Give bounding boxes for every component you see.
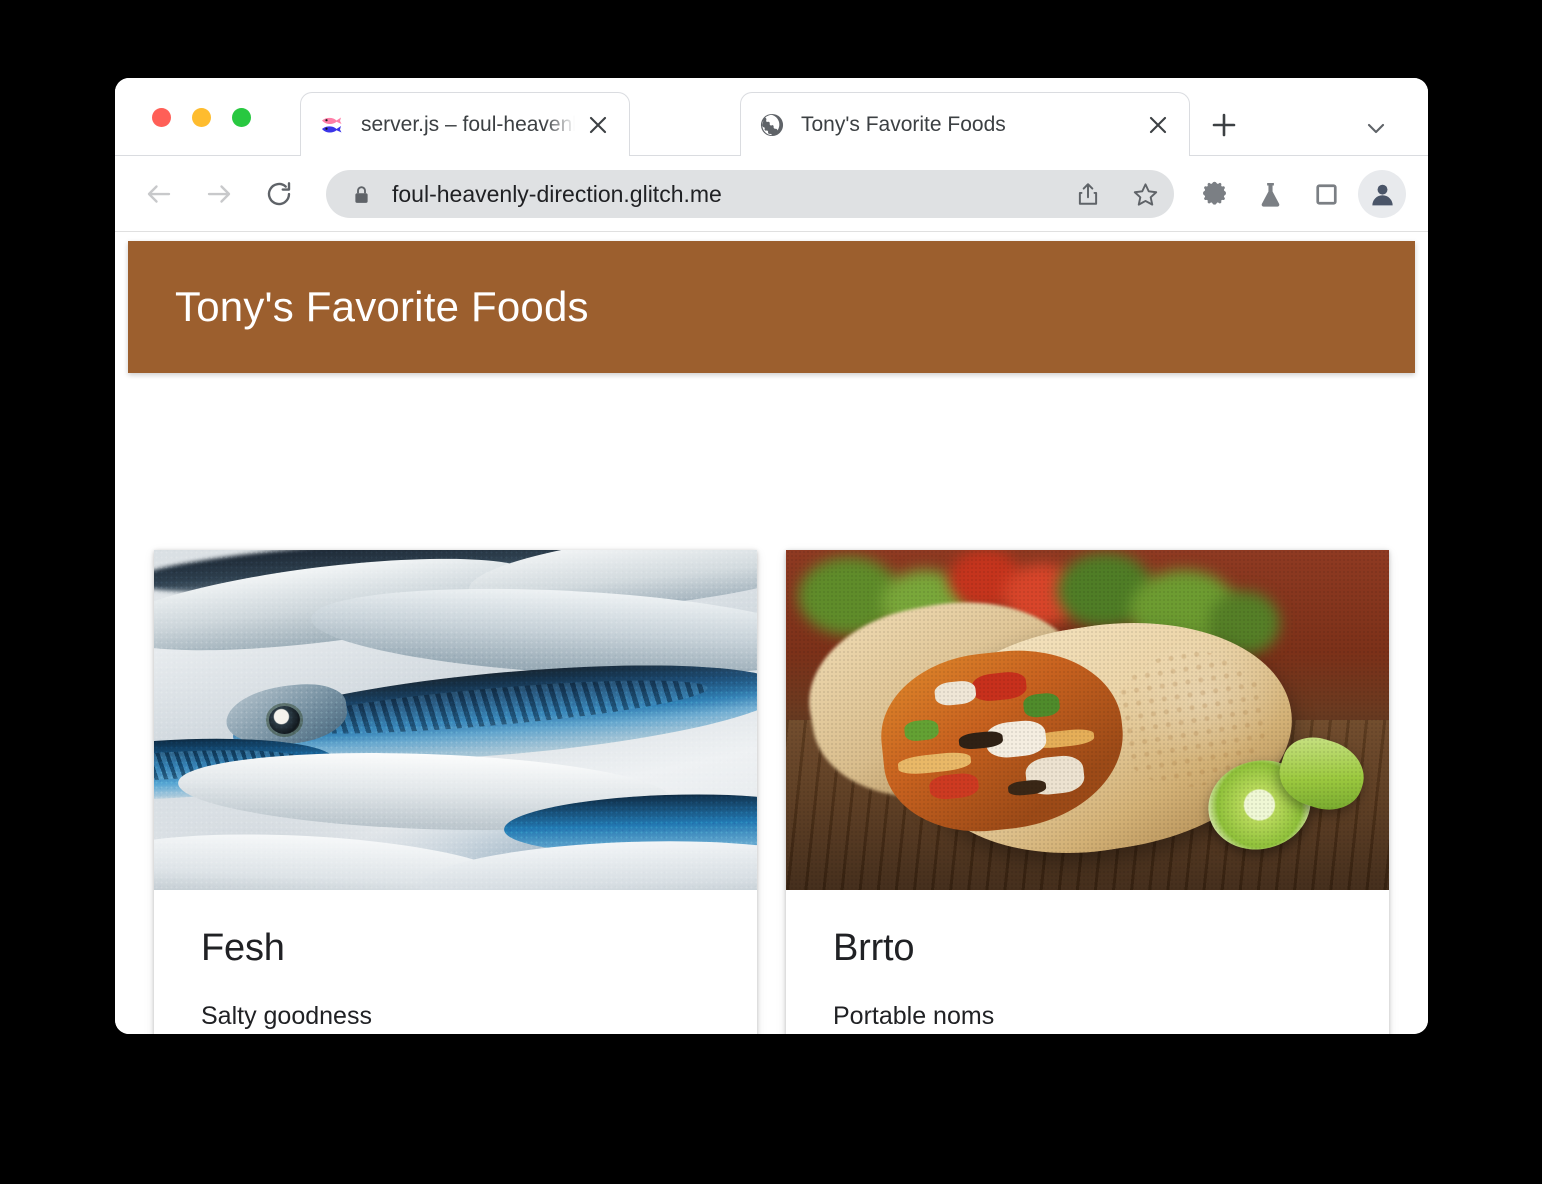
food-card-fesh[interactable]: Fesh Salty goodness PROS & CONS: [154, 550, 757, 1034]
flask-icon[interactable]: [1246, 170, 1294, 218]
food-card-grid: Fesh Salty goodness PROS & CONS: [154, 550, 1389, 1034]
browser-toolbar: foul-heavenly-direction.glitch.me: [115, 156, 1428, 232]
reload-button[interactable]: [257, 172, 301, 216]
burrito-photo-canvas: [786, 550, 1389, 890]
close-tab-button[interactable]: [1143, 110, 1173, 140]
card-title: Brrto: [833, 927, 915, 969]
puzzle-icon[interactable]: [1190, 170, 1238, 218]
maximize-window-button[interactable]: [232, 108, 251, 127]
chicken-burrito-with-lime-photo: [786, 550, 1389, 890]
browser-window: server.js – foul-heavenly-dir Tony's Fav…: [115, 78, 1428, 1034]
url-text: foul-heavenly-direction.glitch.me: [392, 180, 722, 207]
card-description: Salty goodness: [201, 1002, 372, 1030]
star-icon[interactable]: [1125, 174, 1165, 214]
card-description: Portable noms: [833, 1002, 995, 1030]
browser-tab-tonys-favorite-foods[interactable]: Tony's Favorite Foods: [740, 92, 1190, 156]
new-tab-button[interactable]: [1207, 108, 1241, 142]
browser-tab-title: Tony's Favorite Foods: [801, 112, 1006, 136]
page-title: Tony's Favorite Foods: [175, 283, 589, 330]
lock-icon: [351, 184, 372, 205]
back-button[interactable]: [137, 172, 181, 216]
share-icon[interactable]: [1068, 174, 1108, 214]
tropical-fish-icon: [319, 112, 345, 138]
window-traffic-lights: [152, 108, 251, 127]
site-header-bar: Tony's Favorite Foods: [128, 241, 1415, 373]
tab-search-chevron-down-icon[interactable]: [1360, 112, 1392, 144]
tab-strip: server.js – foul-heavenly-dir Tony's Fav…: [115, 78, 1428, 156]
side-panel-icon[interactable]: [1302, 170, 1350, 218]
globe-icon: [759, 112, 785, 138]
address-bar[interactable]: foul-heavenly-direction.glitch.me: [326, 170, 1091, 218]
account-avatar-icon[interactable]: [1358, 170, 1406, 218]
browser-tab-title: server.js – foul-heavenly-dir: [361, 112, 575, 136]
fresh-mackerel-fish-photo: [154, 550, 757, 890]
browser-tab-server-js[interactable]: server.js – foul-heavenly-dir: [300, 92, 630, 156]
forward-button[interactable]: [197, 172, 241, 216]
omnibox-action-group: [1059, 170, 1174, 218]
card-title: Fesh: [201, 927, 285, 969]
food-card-brrto[interactable]: Brrto Portable noms PROS & CONS: [786, 550, 1389, 1034]
photo-grain-overlay: [786, 550, 1389, 890]
minimize-window-button[interactable]: [192, 108, 211, 127]
photo-grain-overlay: [154, 550, 757, 890]
close-window-button[interactable]: [152, 108, 171, 127]
three-dot-menu-icon[interactable]: [1414, 170, 1428, 218]
card-body: Brrto Portable noms PROS & CONS: [786, 890, 1389, 1034]
close-tab-button[interactable]: [583, 110, 613, 140]
web-page-viewport: Tony's Favorite Foods Fesh Salty goodnes…: [115, 232, 1428, 1034]
fish-photo-canvas: [154, 550, 757, 890]
toolbar-icon-group: [1190, 170, 1428, 218]
card-body: Fesh Salty goodness PROS & CONS: [154, 890, 757, 1034]
